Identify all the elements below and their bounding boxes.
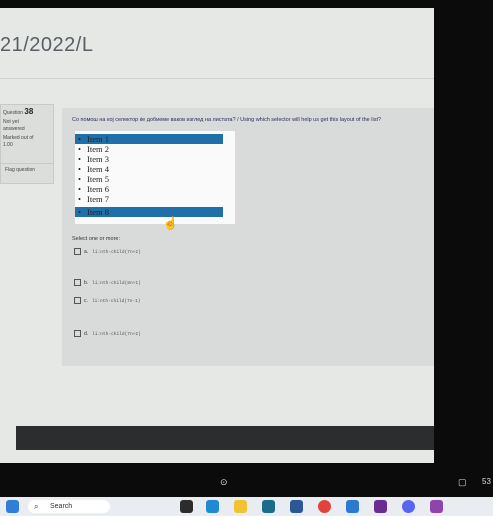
divider: [0, 78, 434, 79]
question-info-panel: Question 38 Not yet answered Marked out …: [0, 104, 54, 184]
search-icon: ⌕: [34, 502, 39, 511]
checkbox[interactable]: [74, 330, 81, 337]
file-explorer-icon[interactable]: [234, 500, 247, 513]
windows-start-icon[interactable]: [6, 500, 19, 513]
select-prompt: Select one or more:: [72, 236, 120, 242]
list-item: Item 7: [78, 194, 109, 204]
question-number: Question 38: [3, 107, 34, 116]
discord-icon[interactable]: [402, 500, 415, 513]
edge-icon[interactable]: [206, 500, 219, 513]
app-icon[interactable]: [374, 500, 387, 513]
list-item: Item 1: [78, 134, 109, 144]
time-readout: 53: [482, 477, 491, 486]
status-line: answered: [3, 126, 25, 132]
taskview-icon[interactable]: [180, 500, 193, 513]
course-title: 21/2022/L: [0, 34, 94, 56]
status-line: Marked out of: [3, 135, 34, 141]
app-icon[interactable]: [430, 500, 443, 513]
status-line: Not yet: [3, 119, 19, 125]
store-icon[interactable]: [262, 500, 275, 513]
status-line: 1.00: [3, 142, 13, 148]
flag-question-button[interactable]: Flag question: [1, 163, 53, 175]
fullscreen-icon[interactable]: ▢: [458, 477, 467, 488]
answer-option[interactable]: d. li:nth-child(7n+2): [74, 330, 141, 337]
taskbar-search[interactable]: ⌕ Search: [28, 500, 110, 513]
vscode-icon[interactable]: [346, 500, 359, 513]
question-text: Со помош на кој селектор ќе добиеме вако…: [72, 117, 382, 123]
list-item: Item 4: [78, 164, 109, 174]
hand-cursor-icon: ☝: [163, 216, 178, 230]
list-item: Item 5: [78, 174, 109, 184]
answer-option[interactable]: b. li:nth-child(8n+1): [74, 279, 141, 286]
list-item: Item 3: [78, 154, 109, 164]
checkbox[interactable]: [74, 279, 81, 286]
checkbox[interactable]: [74, 248, 81, 255]
word-icon[interactable]: [290, 500, 303, 513]
list-item: Item 8: [78, 207, 109, 217]
list-preview-image: Item 1 Item 2 Item 3 Item 4 Item 5 Item …: [75, 131, 235, 230]
captured-screen: 21/2022/L Question 38 Not yet answered M…: [0, 8, 434, 463]
screenshot-icon[interactable]: ⊙: [220, 477, 228, 488]
checkbox[interactable]: [74, 297, 81, 304]
chrome-icon[interactable]: [318, 500, 331, 513]
answer-option[interactable]: c. li:nth-child(7n-1): [74, 297, 141, 304]
list-item: Item 2: [78, 144, 109, 154]
list-item: Item 6: [78, 184, 109, 194]
question-content: Со помош на кој селектор ќе добиеме вако…: [62, 108, 434, 366]
answer-option[interactable]: a. li:nth-child(7n+2): [74, 248, 141, 255]
dark-band: [16, 426, 434, 450]
taskbar: ⌕ Search: [0, 497, 493, 516]
